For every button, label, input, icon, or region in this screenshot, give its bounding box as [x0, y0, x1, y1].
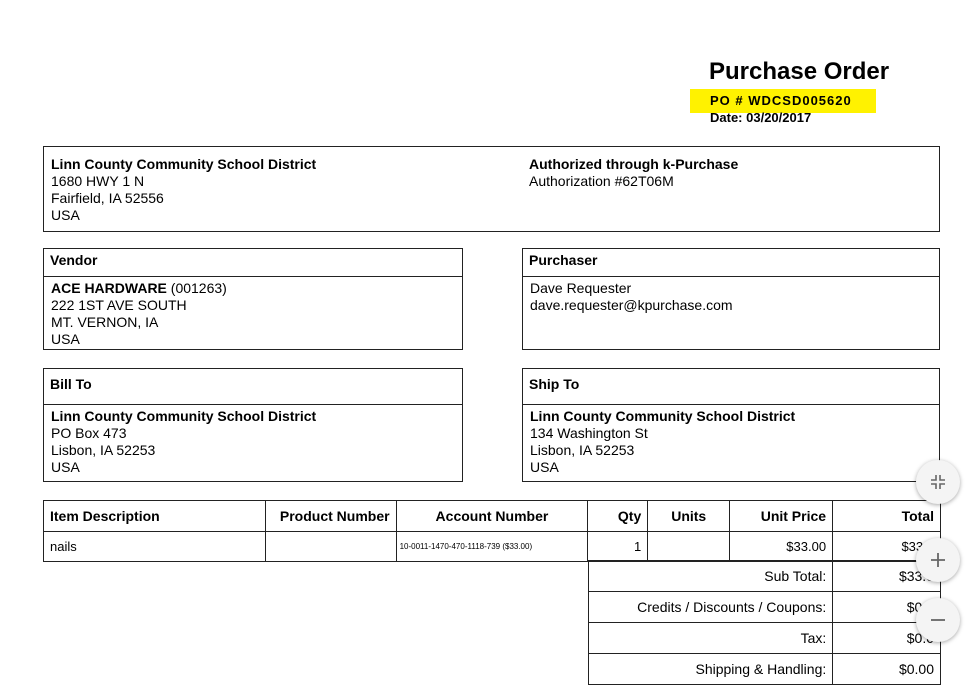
item-qty: 1 — [587, 531, 649, 562]
zoom-out-button[interactable] — [916, 598, 960, 642]
column-header: Account Number — [395, 500, 589, 532]
ship-to-country: USA — [530, 459, 559, 475]
vendor-code: (001263) — [166, 280, 227, 296]
vendor-header: Vendor — [44, 249, 462, 277]
column-header: Qty — [587, 500, 649, 532]
authorization-title: Authorized through k-Purchase — [529, 156, 739, 172]
column-header: Units — [647, 500, 731, 532]
fit-page-icon — [929, 467, 947, 498]
page-title: Purchase Order — [709, 58, 890, 85]
vendor-address-line2: MT. VERNON, IA — [51, 314, 159, 330]
ship-to-address-line1: 134 Washington St — [530, 425, 648, 441]
po-number: PO # WDCSD005620 — [710, 93, 852, 108]
purchaser-email: dave.requester@kpurchase.com — [530, 297, 733, 313]
vendor-name: ACE HARDWARE — [51, 280, 167, 296]
district-name: Linn County Community School District — [51, 156, 317, 172]
column-header: Total — [832, 500, 941, 532]
vendor-address-line1: 222 1ST AVE SOUTH — [51, 297, 187, 313]
item-units — [647, 531, 731, 562]
district-address-line2: Fairfield, IA 52556 — [51, 190, 164, 206]
items-header-row: Item Description Product Number Account … — [43, 500, 941, 532]
summary-label: Sub Total: — [587, 560, 834, 592]
summary-label: Credits / Discounts / Coupons: — [587, 591, 834, 623]
bill-to-country: USA — [51, 459, 80, 475]
summary-row: Shipping & Handling: $0.00 — [587, 653, 941, 685]
summary-label: Tax: — [587, 622, 834, 654]
district-country: USA — [51, 207, 80, 223]
purchaser-box: Purchaser Dave Requester dave.requester@… — [522, 248, 940, 350]
bill-to-name: Linn County Community School District — [51, 408, 317, 424]
ship-to-address-line2: Lisbon, IA 52253 — [530, 442, 635, 458]
summary-row: Sub Total: $33.0 — [587, 560, 941, 592]
ship-to-header: Ship To — [523, 369, 939, 405]
summary-value: $0.00 — [832, 653, 941, 685]
summary-table: Sub Total: $33.0 Credits / Discounts / C… — [587, 560, 941, 685]
summary-row: Tax: $0.0 — [587, 622, 941, 654]
fit-page-button[interactable] — [916, 460, 960, 504]
zoom-out-icon — [929, 605, 947, 636]
purchaser-details: Dave Requester dave.requester@kpurchase.… — [523, 277, 939, 317]
purchaser-name: Dave Requester — [530, 280, 632, 296]
zoom-in-icon — [929, 545, 947, 576]
district-address: Linn County Community School District 16… — [44, 153, 323, 227]
summary-label: Shipping & Handling: — [587, 653, 834, 685]
summary-row: Credits / Discounts / Coupons: $0.0 — [587, 591, 941, 623]
item-unit-price: $33.00 — [729, 531, 834, 562]
ship-to-name: Linn County Community School District — [530, 408, 796, 424]
bill-to-address-line1: PO Box 473 — [51, 425, 127, 441]
vendor-details: ACE HARDWARE (001263) 222 1ST AVE SOUTH … — [44, 277, 462, 351]
vendor-country: USA — [51, 331, 80, 347]
table-row: nails 10-0011-1470-470-1118-739 ($33.00)… — [43, 531, 941, 562]
authorization-info: Authorized through k-Purchase Authorizat… — [522, 153, 745, 193]
item-description: nails — [43, 531, 266, 562]
items-table: Item Description Product Number Account … — [43, 500, 941, 562]
column-header: Unit Price — [729, 500, 834, 532]
zoom-in-button[interactable] — [916, 538, 960, 582]
district-address-line1: 1680 HWY 1 N — [51, 173, 145, 189]
district-box: Linn County Community School District 16… — [43, 146, 940, 232]
bill-to-box: Bill To Linn County Community School Dis… — [43, 368, 463, 482]
bill-to-address-line2: Lisbon, IA 52253 — [51, 442, 156, 458]
ship-to-box: Ship To Linn County Community School Dis… — [522, 368, 940, 482]
po-date: Date: 03/20/2017 — [710, 110, 812, 125]
column-header: Product Number — [264, 500, 397, 532]
vendor-box: Vendor ACE HARDWARE (001263) 222 1ST AVE… — [43, 248, 463, 350]
bill-to-header: Bill To — [44, 369, 462, 405]
item-product-number — [264, 531, 397, 562]
authorization-number: Authorization #62T06M — [529, 173, 674, 189]
bill-to-details: Linn County Community School District PO… — [44, 405, 462, 479]
ship-to-details: Linn County Community School District 13… — [523, 405, 939, 479]
column-header: Item Description — [43, 500, 266, 532]
purchaser-header: Purchaser — [523, 249, 939, 277]
item-account-number: 10-0011-1470-470-1118-739 ($33.00) — [395, 531, 589, 562]
